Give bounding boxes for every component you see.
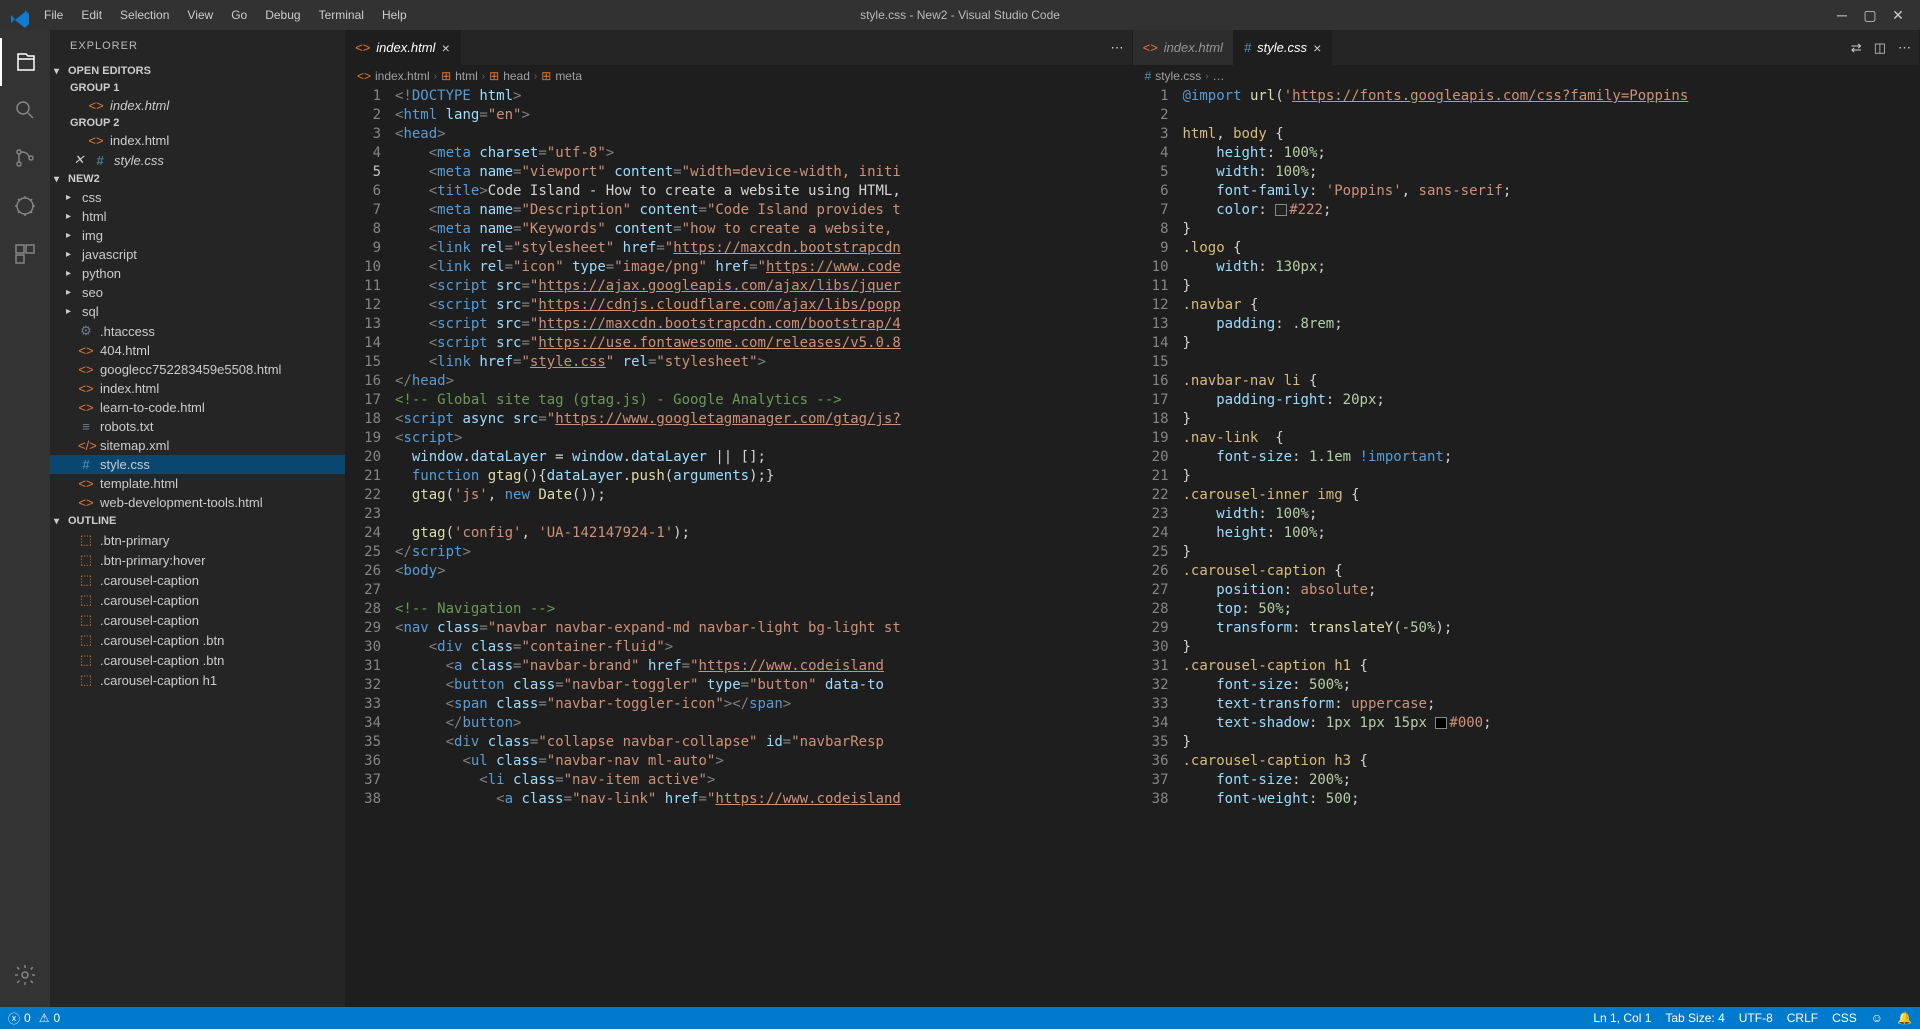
tab-bar-2: <> index.html # style.css × ⇄ ◫ ⋯ bbox=[1133, 30, 1920, 65]
outline-item[interactable]: ⬚.carousel-caption .btn bbox=[50, 630, 345, 650]
outline-item[interactable]: ⬚.carousel-caption bbox=[50, 570, 345, 590]
sidebar: EXPLORER ▾OPEN EDITORS GROUP 1 <>index.h… bbox=[50, 30, 345, 1007]
file-sitemap.xml[interactable]: </>sitemap.xml bbox=[50, 436, 345, 455]
file-template.html[interactable]: <>template.html bbox=[50, 474, 345, 493]
code-editor-2[interactable]: 1234567891011121314151617181920212223242… bbox=[1133, 87, 1920, 1007]
open-editor-index2[interactable]: <>index.html bbox=[50, 131, 345, 150]
css-icon: # bbox=[1244, 40, 1251, 55]
outline-item[interactable]: ⬚.carousel-caption h1 bbox=[50, 670, 345, 690]
editor-group-1: <> index.html × ⋯ <> index.html › ⊞ html… bbox=[345, 30, 1133, 1007]
folder-sql[interactable]: ▸sql bbox=[50, 302, 345, 321]
menu-edit[interactable]: Edit bbox=[73, 4, 110, 26]
outline-item[interactable]: ⬚.btn-primary:hover bbox=[50, 550, 345, 570]
menu-terminal[interactable]: Terminal bbox=[311, 4, 372, 26]
activity-debug[interactable] bbox=[0, 182, 50, 230]
vscode-icon bbox=[8, 7, 24, 23]
group1-label: GROUP 1 bbox=[50, 80, 345, 96]
file-.htaccess[interactable]: ⚙.htaccess bbox=[50, 321, 345, 341]
folder-javascript[interactable]: ▸javascript bbox=[50, 245, 345, 264]
file-web-development-tools.html[interactable]: <>web-development-tools.html bbox=[50, 493, 345, 512]
section-outline[interactable]: ▾OUTLINE bbox=[50, 512, 345, 530]
html-icon: <> bbox=[355, 40, 370, 55]
window-controls: ─ ▢ ✕ bbox=[1828, 9, 1912, 21]
minimap[interactable] bbox=[1072, 87, 1132, 1007]
activity-settings[interactable] bbox=[0, 951, 50, 999]
tab-close-icon[interactable]: × bbox=[441, 40, 449, 56]
breadcrumb-1[interactable]: <> index.html › ⊞ html › ⊞ head › ⊞ meta bbox=[345, 65, 1132, 87]
status-errors[interactable]: ⓧ 0 bbox=[8, 1010, 31, 1027]
tab-index-html-2[interactable]: <> index.html bbox=[1133, 30, 1234, 65]
tab-bar-1: <> index.html × ⋯ bbox=[345, 30, 1132, 65]
file-robots.txt[interactable]: ≡robots.txt bbox=[50, 417, 345, 436]
outline-item[interactable]: ⬚.carousel-caption .btn bbox=[50, 650, 345, 670]
minimize-icon[interactable]: ─ bbox=[1836, 9, 1848, 21]
file-learn-to-code.html[interactable]: <>learn-to-code.html bbox=[50, 398, 345, 417]
menu-bar: File Edit Selection View Go Debug Termin… bbox=[36, 4, 415, 26]
tab-close-icon[interactable]: × bbox=[1313, 40, 1321, 56]
outline-item[interactable]: ⬚.btn-primary bbox=[50, 530, 345, 550]
activity-extensions[interactable] bbox=[0, 230, 50, 278]
folder-python[interactable]: ▸python bbox=[50, 264, 345, 283]
folder-img[interactable]: ▸img bbox=[50, 226, 345, 245]
menu-go[interactable]: Go bbox=[223, 4, 255, 26]
status-encoding[interactable]: UTF-8 bbox=[1739, 1011, 1773, 1025]
titlebar: File Edit Selection View Go Debug Termin… bbox=[0, 0, 1920, 30]
tab-style-css[interactable]: # style.css × bbox=[1234, 30, 1332, 65]
status-lang[interactable]: CSS bbox=[1832, 1011, 1857, 1025]
outline-item[interactable]: ⬚.carousel-caption bbox=[50, 590, 345, 610]
file-404.html[interactable]: <>404.html bbox=[50, 341, 345, 360]
editor-group-2: <> index.html # style.css × ⇄ ◫ ⋯ # styl… bbox=[1133, 30, 1920, 1007]
more-icon[interactable]: ⋯ bbox=[1898, 40, 1911, 56]
sidebar-title: EXPLORER bbox=[50, 30, 345, 62]
menu-help[interactable]: Help bbox=[374, 4, 415, 26]
folder-seo[interactable]: ▸seo bbox=[50, 283, 345, 302]
diff-icon[interactable]: ⇄ bbox=[1851, 40, 1862, 56]
status-eol[interactable]: CRLF bbox=[1787, 1011, 1818, 1025]
status-bell-icon[interactable]: 🔔 bbox=[1897, 1011, 1912, 1025]
status-ln-col[interactable]: Ln 1, Col 1 bbox=[1593, 1011, 1651, 1025]
html-icon: <> bbox=[1143, 40, 1158, 55]
maximize-icon[interactable]: ▢ bbox=[1864, 9, 1876, 21]
activity-search[interactable] bbox=[0, 86, 50, 134]
status-tab-size[interactable]: Tab Size: 4 bbox=[1665, 1011, 1724, 1025]
file-index.html[interactable]: <>index.html bbox=[50, 379, 345, 398]
status-warnings[interactable]: ⚠ 0 bbox=[39, 1011, 60, 1025]
split-icon[interactable]: ◫ bbox=[1874, 40, 1886, 56]
folder-html[interactable]: ▸html bbox=[50, 207, 345, 226]
activity-explorer[interactable] bbox=[0, 38, 50, 86]
section-folder[interactable]: ▾NEW2 bbox=[50, 170, 345, 188]
close-icon[interactable]: ✕ bbox=[1892, 9, 1904, 21]
code-editor-1[interactable]: 1234567891011121314151617181920212223242… bbox=[345, 87, 1132, 1007]
more-icon[interactable]: ⋯ bbox=[1111, 40, 1124, 56]
folder-css[interactable]: ▸css bbox=[50, 188, 345, 207]
status-feedback-icon[interactable]: ☺ bbox=[1871, 1011, 1883, 1025]
menu-debug[interactable]: Debug bbox=[257, 4, 308, 26]
menu-view[interactable]: View bbox=[179, 4, 221, 26]
section-open-editors[interactable]: ▾OPEN EDITORS bbox=[50, 62, 345, 80]
open-editor-index[interactable]: <>index.html bbox=[50, 96, 345, 115]
outline-item[interactable]: ⬚.carousel-caption bbox=[50, 610, 345, 630]
tab-index-html[interactable]: <> index.html × bbox=[345, 30, 461, 65]
file-googlecc752283459e5508.html[interactable]: <>googlecc752283459e5508.html bbox=[50, 360, 345, 379]
menu-selection[interactable]: Selection bbox=[112, 4, 177, 26]
statusbar: ⓧ 0 ⚠ 0 Ln 1, Col 1 Tab Size: 4 UTF-8 CR… bbox=[0, 1007, 1920, 1029]
group2-label: GROUP 2 bbox=[50, 115, 345, 131]
activity-bar bbox=[0, 30, 50, 1007]
activity-scm[interactable] bbox=[0, 134, 50, 182]
window-title: style.css - New2 - Visual Studio Code bbox=[860, 8, 1060, 22]
minimap[interactable] bbox=[1859, 87, 1919, 1007]
file-style.css[interactable]: #style.css bbox=[50, 455, 345, 474]
menu-file[interactable]: File bbox=[36, 4, 71, 26]
open-editor-style[interactable]: ✕#style.css bbox=[50, 150, 345, 170]
breadcrumb-2[interactable]: # style.css › … bbox=[1133, 65, 1920, 87]
